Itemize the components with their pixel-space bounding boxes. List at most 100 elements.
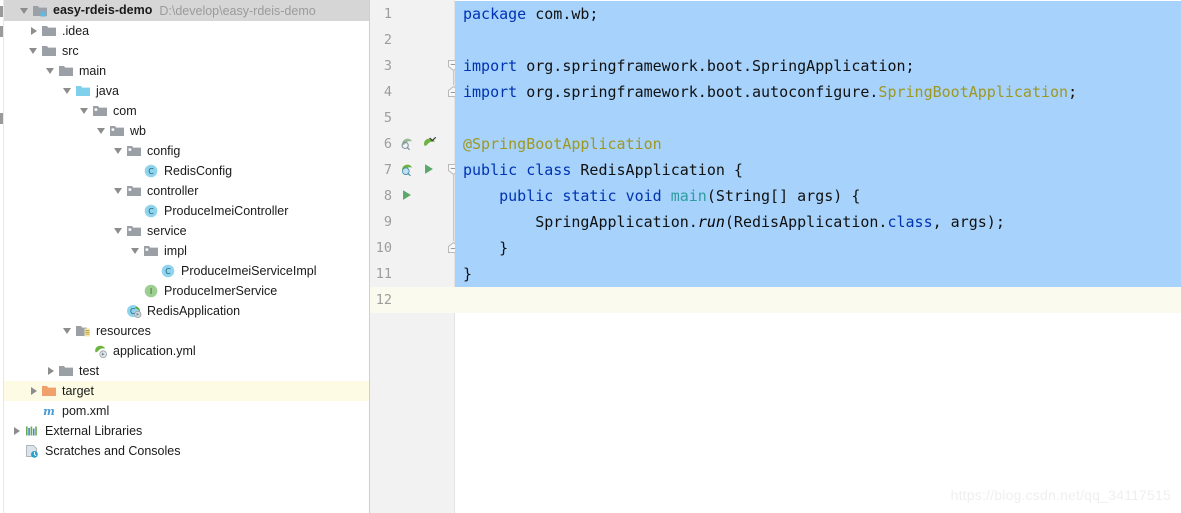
code-token: RedisApplication { bbox=[571, 161, 743, 179]
ide-window: easy-rdeis-demo D:\develop\easy-rdeis-dem… bbox=[0, 0, 1181, 513]
code-token: @SpringBootApplication bbox=[463, 135, 662, 153]
code-pane[interactable]: package com.wb; import org.springframewo… bbox=[455, 0, 1181, 513]
spring-bean-icon[interactable] bbox=[400, 162, 415, 182]
chevron-expanded-icon[interactable] bbox=[112, 221, 126, 241]
code-line[interactable]: package com.wb; bbox=[455, 1, 1181, 27]
chevron-expanded-icon[interactable] bbox=[112, 181, 126, 201]
chevron-collapsed-icon[interactable] bbox=[27, 21, 41, 41]
tool-strip-tick bbox=[0, 26, 3, 37]
folder-icon bbox=[58, 63, 75, 79]
line-number: 12 bbox=[375, 292, 392, 308]
code-line[interactable]: public class RedisApplication { bbox=[455, 157, 1181, 183]
code-line[interactable] bbox=[455, 105, 1181, 131]
tree-item-java[interactable]: java bbox=[4, 81, 369, 101]
tree-item-label: main bbox=[79, 63, 107, 78]
line-number: 4 bbox=[383, 84, 392, 100]
tree-item-main[interactable]: main bbox=[4, 61, 369, 81]
spring-bean-checked-icon[interactable] bbox=[422, 136, 437, 156]
code-line-text: } bbox=[455, 235, 1181, 261]
editor-gutter[interactable]: 1 2 3 4 5 6 7 8 9 10 11 12 bbox=[370, 0, 459, 513]
chevron-collapsed-icon[interactable] bbox=[10, 421, 24, 441]
tree-item-redisapplication[interactable]: C RedisApplication bbox=[4, 301, 369, 321]
tree-item-test[interactable]: test bbox=[4, 361, 369, 381]
tree-arrow-spacer bbox=[129, 281, 143, 301]
tree-item-application-yml[interactable]: application.yml bbox=[4, 341, 369, 361]
code-line[interactable]: SpringApplication.run(RedisApplication.c… bbox=[455, 209, 1181, 235]
code-line[interactable] bbox=[455, 287, 1181, 313]
run-icon[interactable] bbox=[400, 188, 414, 207]
tree-arrow-spacer bbox=[10, 441, 24, 461]
chevron-expanded-icon[interactable] bbox=[78, 101, 92, 121]
code-token: , args); bbox=[932, 213, 1005, 231]
tree-item-com[interactable]: com bbox=[4, 101, 369, 121]
tree-item-scratches-and-consoles[interactable]: Scratches and Consoles bbox=[4, 441, 369, 461]
code-token: public bbox=[463, 161, 518, 179]
code-line[interactable]: @SpringBootApplication bbox=[455, 131, 1181, 157]
tree-item-impl[interactable]: impl bbox=[4, 241, 369, 261]
chevron-expanded-icon[interactable] bbox=[61, 321, 75, 341]
chevron-collapsed-icon[interactable] bbox=[27, 381, 41, 401]
spring-bean-inspect-icon[interactable] bbox=[400, 136, 415, 156]
code-token: main bbox=[670, 187, 707, 205]
tree-item-label: Scratches and Consoles bbox=[45, 443, 181, 458]
tree-item-redisconfig[interactable]: C RedisConfig bbox=[4, 161, 369, 181]
tree-item-produceimerservice[interactable]: I ProduceImerService bbox=[4, 281, 369, 301]
tree-item-pom-xml[interactable]: m pom.xml bbox=[4, 401, 369, 421]
line-number: 1 bbox=[383, 6, 392, 22]
chevron-expanded-icon[interactable] bbox=[18, 1, 32, 21]
tree-item-external-libraries[interactable]: External Libraries bbox=[4, 421, 369, 441]
code-token: class bbox=[887, 213, 933, 231]
tree-item-produceimeicontroller[interactable]: C ProduceImeiController bbox=[4, 201, 369, 221]
chevron-expanded-icon[interactable] bbox=[27, 41, 41, 61]
tree-item-label: config bbox=[147, 143, 181, 158]
project-root-row[interactable]: easy-rdeis-demo D:\develop\easy-rdeis-dem… bbox=[4, 0, 369, 21]
code-token: (RedisApplication. bbox=[724, 213, 888, 231]
line-number: 9 bbox=[383, 214, 392, 230]
source-root-icon bbox=[75, 83, 92, 99]
code-line-text: import org.springframework.boot.autoconf… bbox=[455, 79, 1181, 105]
chevron-expanded-icon[interactable] bbox=[44, 61, 58, 81]
tree-item-service[interactable]: service bbox=[4, 221, 369, 241]
tree-item-target[interactable]: target bbox=[4, 381, 369, 401]
code-token: SpringApplication. bbox=[463, 213, 698, 231]
tree-item-config[interactable]: config bbox=[4, 141, 369, 161]
tree-item-src[interactable]: src bbox=[4, 41, 369, 61]
java-interface-icon: I bbox=[143, 283, 160, 299]
tree-item-label: External Libraries bbox=[45, 423, 143, 438]
tree-item-label: easy-rdeis-demo bbox=[53, 3, 153, 18]
tree-item-resources[interactable]: resources bbox=[4, 321, 369, 341]
tree-item-label: test bbox=[79, 363, 100, 378]
tree-item-label: .idea bbox=[62, 23, 90, 38]
code-line-text: } bbox=[455, 261, 1181, 287]
tree-item-controller[interactable]: controller bbox=[4, 181, 369, 201]
line-number: 11 bbox=[375, 266, 392, 282]
project-tree[interactable]: easy-rdeis-demo D:\develop\easy-rdeis-dem… bbox=[4, 0, 369, 461]
code-line-text: SpringApplication.run(RedisApplication.c… bbox=[455, 209, 1181, 235]
excluded-folder-icon bbox=[41, 383, 58, 399]
tree-item-produceimeiserviceimpl[interactable]: C ProduceImeiServiceImpl bbox=[4, 261, 369, 281]
code-token: run bbox=[697, 213, 725, 231]
code-line[interactable]: import org.springframework.boot.autoconf… bbox=[455, 79, 1181, 105]
chevron-expanded-icon[interactable] bbox=[61, 81, 75, 101]
chevron-expanded-icon[interactable] bbox=[112, 141, 126, 161]
code-line[interactable] bbox=[455, 27, 1181, 53]
tree-item-label: impl bbox=[164, 243, 187, 258]
code-line[interactable]: public static void main(String[] args) { bbox=[455, 183, 1181, 209]
run-icon[interactable] bbox=[422, 162, 436, 181]
java-class-icon: C bbox=[143, 203, 160, 219]
watermark-text: https://blog.csdn.net/qq_34117515 bbox=[950, 487, 1171, 503]
chevron-expanded-icon[interactable] bbox=[129, 241, 143, 261]
tree-item-wb[interactable]: wb bbox=[4, 121, 369, 141]
package-icon bbox=[143, 243, 160, 259]
chevron-expanded-icon[interactable] bbox=[95, 121, 109, 141]
code-line[interactable]: } bbox=[455, 235, 1181, 261]
code-line[interactable]: } bbox=[455, 261, 1181, 287]
code-line[interactable]: import org.springframework.boot.SpringAp… bbox=[455, 53, 1181, 79]
tree-item-label: com bbox=[113, 103, 137, 118]
chevron-collapsed-icon[interactable] bbox=[44, 361, 58, 381]
tree-item--idea[interactable]: .idea bbox=[4, 21, 369, 41]
